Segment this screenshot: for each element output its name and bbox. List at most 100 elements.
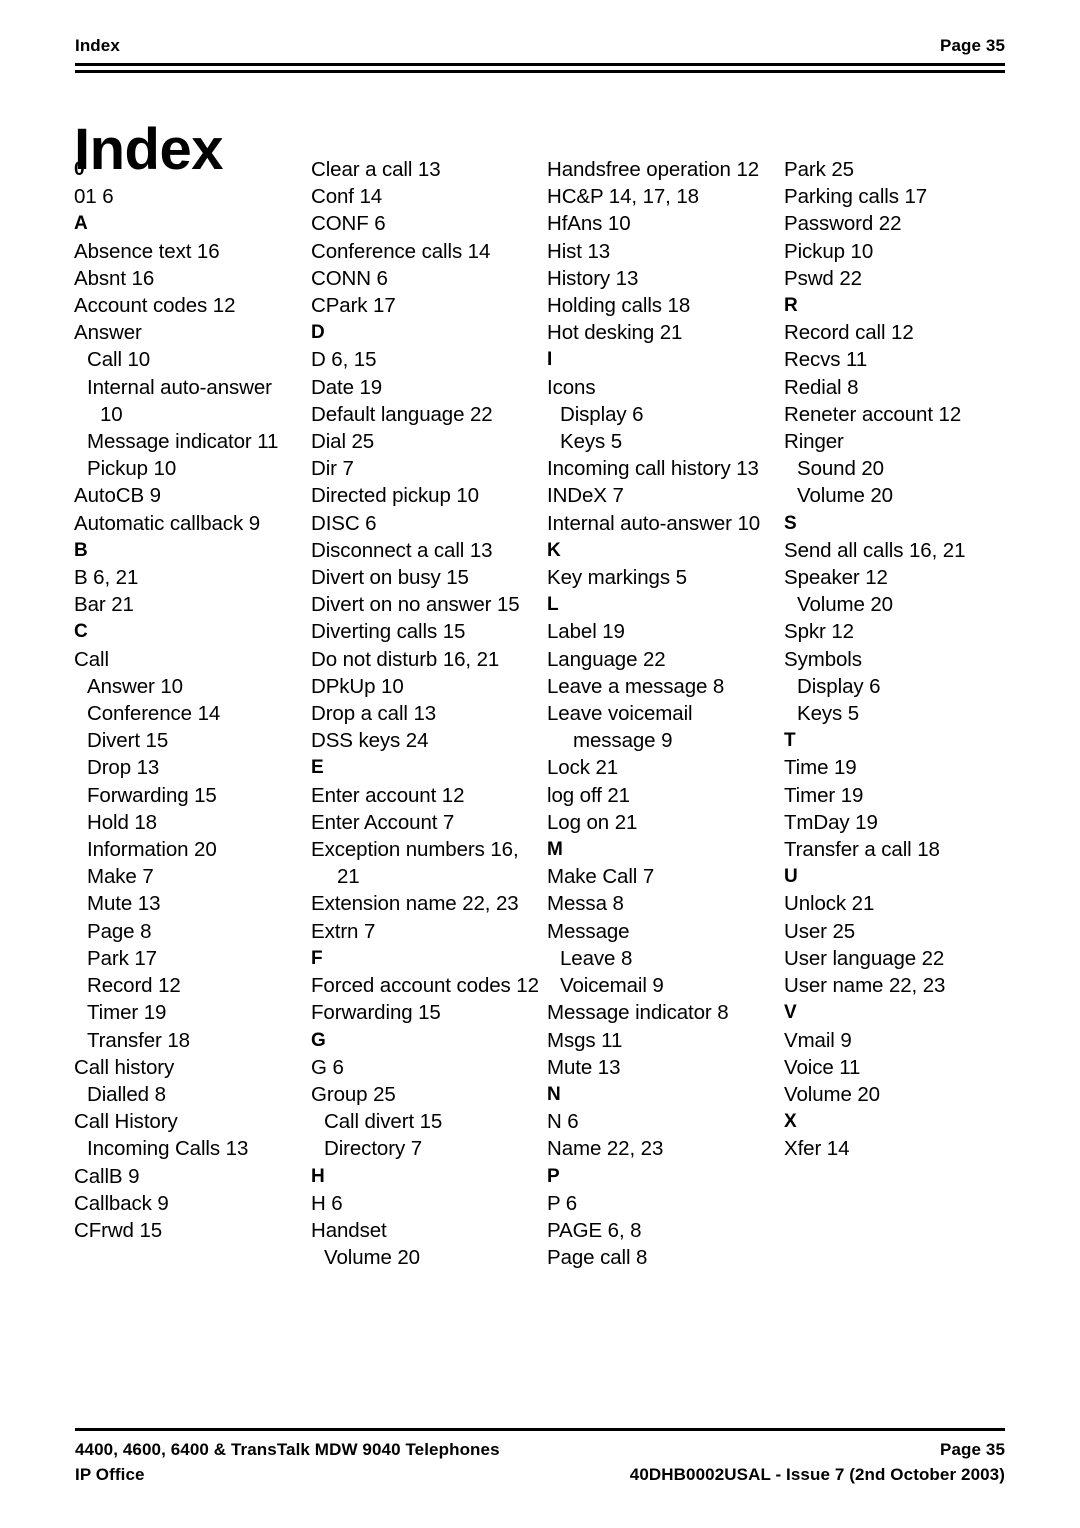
index-entry: Timer 19 bbox=[784, 783, 864, 807]
index-entry: Conf 14 bbox=[311, 185, 383, 209]
index-entry: Page 8 bbox=[87, 919, 152, 943]
index-entry: Timer 19 bbox=[87, 1001, 167, 1025]
index-entry: Leave voicemail bbox=[547, 702, 693, 726]
index-entry: Message bbox=[547, 919, 630, 943]
index-entry: Redial 8 bbox=[784, 375, 859, 399]
index-entry: Record call 12 bbox=[784, 321, 914, 345]
index-page: Index Page 35 Index 0 01 6 A Absence text 1… bbox=[0, 0, 1080, 1528]
index-entry: Recvs 11 bbox=[784, 348, 868, 372]
index-entry: CFrwd 15 bbox=[74, 1218, 163, 1242]
index-entry: message 9 bbox=[573, 729, 673, 753]
index-entry: PAGE 6, 8 bbox=[547, 1218, 642, 1242]
index-entry: D 6, 15 bbox=[311, 348, 377, 372]
index-entry: Disconnect a call 13 bbox=[311, 538, 493, 562]
index-letter-heading: F bbox=[311, 947, 323, 969]
index-entry: Voicemail 9 bbox=[560, 974, 664, 998]
index-entry: Messa 8 bbox=[547, 892, 624, 916]
index-entry: Make Call 7 bbox=[547, 865, 655, 889]
index-entry: Volume 20 bbox=[797, 593, 893, 617]
index-entry: Conference calls 14 bbox=[311, 239, 491, 263]
index-entry: Name 22, 23 bbox=[547, 1137, 664, 1161]
index-entry: Do not disturb 16, 21 bbox=[311, 647, 500, 671]
index-entry: Park 25 bbox=[784, 158, 854, 181]
index-letter-heading: N bbox=[547, 1083, 561, 1105]
index-letter-heading: C bbox=[74, 621, 88, 643]
index-letter-heading: I bbox=[547, 349, 553, 371]
index-entry: 10 bbox=[100, 402, 123, 426]
index-entry: Automatic callback 9 bbox=[74, 511, 261, 535]
header-rule-bottom bbox=[75, 70, 1005, 73]
index-entry: Msgs 11 bbox=[547, 1028, 623, 1052]
index-entry: B 6, 21 bbox=[74, 566, 139, 590]
index-entry: Mute 13 bbox=[547, 1055, 621, 1079]
index-letter-heading: S bbox=[784, 512, 797, 534]
index-entry: Diverting calls 15 bbox=[311, 620, 466, 644]
index-entry: Volume 20 bbox=[784, 1082, 880, 1106]
index-entry: Enter Account 7 bbox=[311, 810, 455, 834]
index-entry: Drop 13 bbox=[87, 756, 160, 780]
running-header-page: Page 35 bbox=[940, 36, 1005, 55]
index-entry: Keys 5 bbox=[797, 702, 860, 726]
index-entry: Leave a message 8 bbox=[547, 674, 725, 698]
index-entry: Hold 18 bbox=[87, 810, 157, 834]
index-entry: Forwarding 15 bbox=[311, 1001, 441, 1025]
index-entry: Make 7 bbox=[87, 865, 154, 889]
footer-page-number: Page 35 bbox=[940, 1440, 1005, 1459]
index-entry: Ringer bbox=[784, 430, 844, 454]
index-letter-heading: A bbox=[74, 213, 88, 235]
index-entry: Transfer 18 bbox=[87, 1028, 190, 1052]
index-entry: Keys 5 bbox=[560, 430, 623, 454]
index-letter-heading: 0 bbox=[74, 159, 85, 180]
index-entry: Page call 8 bbox=[547, 1246, 648, 1270]
index-entry: Display 6 bbox=[797, 674, 881, 698]
index-letter-heading: G bbox=[311, 1029, 326, 1051]
index-entry: Call 10 bbox=[87, 348, 151, 372]
index-entry: Extrn 7 bbox=[311, 919, 376, 943]
index-entry: Speaker 12 bbox=[784, 566, 888, 590]
index-entry: Parking calls 17 bbox=[784, 185, 928, 209]
index-entry: Call bbox=[74, 647, 109, 671]
index-entry: Sound 20 bbox=[797, 457, 884, 481]
index-entry: Reneter account 12 bbox=[784, 402, 962, 426]
footer-product-line: 4400, 4600, 6400 & TransTalk MDW 9040 Te… bbox=[75, 1440, 500, 1459]
index-letter-heading: K bbox=[547, 539, 561, 561]
footer-row-2: IP Office 40DHB0002USAL - Issue 7 (2nd O… bbox=[75, 1462, 1005, 1487]
index-entry: HC&P 14, 17, 18 bbox=[547, 185, 699, 209]
index-letter-heading: X bbox=[784, 1111, 797, 1133]
index-entry: Voice 11 bbox=[784, 1055, 861, 1079]
index-entry: Volume 20 bbox=[797, 484, 893, 508]
page-footer: 4400, 4600, 6400 & TransTalk MDW 9040 Te… bbox=[75, 1437, 1005, 1487]
index-letter-heading: B bbox=[74, 539, 88, 561]
index-entry: Volume 20 bbox=[324, 1246, 420, 1270]
index-entry: log off 21 bbox=[547, 783, 630, 807]
index-entry: Absnt 16 bbox=[74, 266, 155, 290]
index-entry: Answer bbox=[74, 321, 142, 345]
index-entry: Hot desking 21 bbox=[547, 321, 683, 345]
index-entry: Directory 7 bbox=[324, 1137, 423, 1161]
index-entry: 01 6 bbox=[74, 185, 114, 209]
index-entry: Spkr 12 bbox=[784, 620, 854, 644]
index-entry: Divert on busy 15 bbox=[311, 566, 469, 590]
index-entry: User name 22, 23 bbox=[784, 974, 946, 998]
index-entry: Record 12 bbox=[87, 974, 181, 998]
index-entry: HfAns 10 bbox=[547, 212, 631, 236]
index-letter-heading: E bbox=[311, 757, 324, 779]
index-entry: Message indicator 8 bbox=[547, 1001, 729, 1025]
index-entry: Icons bbox=[547, 375, 596, 399]
index-entry: Absence text 16 bbox=[74, 239, 220, 263]
index-entry: Message indicator 11 bbox=[87, 430, 279, 454]
index-entry: Forced account codes 12 bbox=[311, 974, 539, 998]
index-entry: Account codes 12 bbox=[74, 294, 236, 318]
index-entry: H 6 bbox=[311, 1191, 343, 1215]
index-entry: AutoCB 9 bbox=[74, 484, 161, 508]
index-entry: P 6 bbox=[547, 1191, 578, 1215]
index-entry: DSS keys 24 bbox=[311, 729, 429, 753]
index-entry: Key markings 5 bbox=[547, 566, 687, 590]
index-entry: Dialled 8 bbox=[87, 1082, 166, 1106]
index-entry: Time 19 bbox=[784, 756, 857, 780]
footer-document-id: 40DHB0002USAL - Issue 7 (2nd October 200… bbox=[629, 1465, 1005, 1484]
index-entry: DISC 6 bbox=[311, 511, 377, 535]
index-entry: Call history bbox=[74, 1055, 175, 1079]
index-letter-heading: V bbox=[784, 1002, 797, 1024]
index-entry: Transfer a call 18 bbox=[784, 838, 940, 862]
